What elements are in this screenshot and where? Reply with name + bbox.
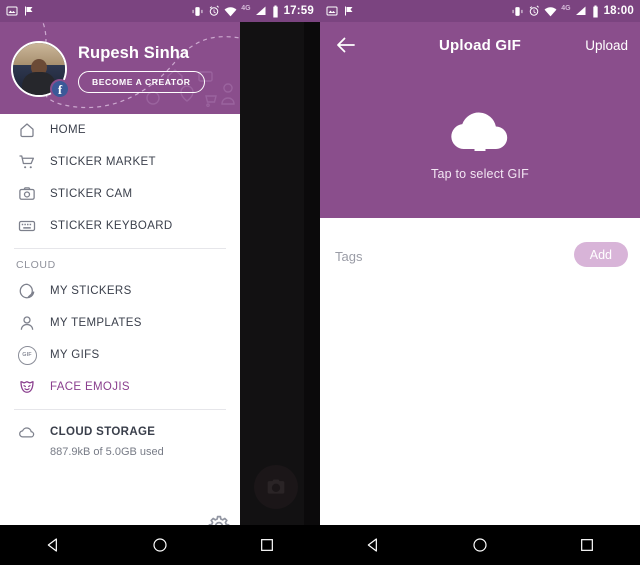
- dropzone-label: Tap to select GIF: [431, 166, 529, 181]
- upload-button[interactable]: Upload: [585, 22, 628, 69]
- drawer-menu: HOME STICKER MARKET STICKER CAM STICKER …: [0, 114, 240, 458]
- vibrate-icon: [512, 6, 523, 16]
- menu-item-sticker-market[interactable]: STICKER MARKET: [0, 146, 240, 178]
- right-navigation-bar: [320, 525, 640, 565]
- face-mask-icon: [16, 376, 38, 398]
- menu-item-my-templates[interactable]: MY TEMPLATES: [0, 307, 240, 339]
- menu-item-face-emojis[interactable]: FACE EMOJIS: [0, 371, 240, 403]
- gif-icon: GIF: [16, 344, 38, 366]
- cloud-upload-icon: [451, 112, 508, 151]
- right-status-bar: 4G 18:00: [320, 0, 640, 22]
- network-type-label: 4G: [241, 4, 251, 12]
- left-phone-pane: 4G 17:59 f Rupesh Sinha BECOME A CREATOR…: [0, 0, 320, 565]
- storage-divider: [14, 409, 226, 410]
- camera-shutter-icon: [267, 479, 285, 494]
- status-clock: 18:00: [603, 5, 634, 17]
- image-notification-icon: [6, 6, 18, 16]
- battery-icon: [592, 5, 598, 17]
- nav-back-icon[interactable]: [45, 537, 61, 553]
- add-tag-button[interactable]: Add: [573, 242, 628, 267]
- camera-viewfinder: [240, 22, 304, 525]
- facebook-badge-icon: f: [50, 79, 70, 99]
- sticker-icon: [16, 280, 38, 302]
- status-system-icons: 4G 18:00: [511, 5, 634, 18]
- left-navigation-bar: [0, 525, 320, 565]
- camera-shutter-button[interactable]: [254, 465, 298, 509]
- alarm-icon: [209, 5, 220, 16]
- upload-gif-appbar: Upload GIF Upload: [320, 22, 640, 69]
- nav-home-icon[interactable]: [472, 537, 488, 553]
- nav-recents-icon[interactable]: [579, 537, 595, 553]
- profile-name: Rupesh Sinha: [78, 44, 190, 62]
- cart-icon: [16, 151, 38, 173]
- menu-item-label: MY TEMPLATES: [50, 317, 142, 329]
- left-status-bar: 4G 17:59: [0, 0, 320, 22]
- tags-input[interactable]: Tags: [335, 249, 362, 264]
- cloud-storage-usage: 887.9kB of 5.0GB used: [50, 446, 164, 458]
- signal-icon: [575, 6, 586, 15]
- upload-form-body: Tags Add: [320, 218, 640, 525]
- network-type-label: 4G: [561, 4, 571, 12]
- flag-notification-icon: [25, 6, 33, 16]
- menu-item-label: CLOUD STORAGE: [50, 426, 156, 438]
- menu-item-label: FACE EMOJIS: [50, 381, 130, 393]
- right-phone-pane: 4G 18:00 Upload GIF Upload Tap to select…: [320, 0, 640, 565]
- menu-item-label: HOME: [50, 124, 86, 136]
- tags-row: Tags Add: [320, 236, 640, 276]
- nav-back-icon[interactable]: [365, 537, 381, 553]
- status-notification-icons: [326, 5, 355, 17]
- gear-icon[interactable]: [207, 514, 231, 525]
- wifi-icon: [544, 6, 557, 16]
- flag-notification-icon: [345, 6, 353, 16]
- image-notification-icon: [326, 6, 338, 16]
- menu-item-label: MY STICKERS: [50, 285, 132, 297]
- menu-item-label: MY GIFS: [50, 349, 100, 361]
- select-gif-dropzone[interactable]: Tap to select GIF: [320, 69, 640, 218]
- menu-item-home[interactable]: HOME: [0, 114, 240, 146]
- battery-icon: [272, 5, 278, 17]
- navigation-drawer: f Rupesh Sinha BECOME A CREATOR HOME STI…: [0, 22, 240, 525]
- wifi-icon: [224, 6, 237, 16]
- camera-icon: [16, 183, 38, 205]
- signal-icon: [255, 6, 266, 15]
- vibrate-icon: [192, 6, 203, 16]
- person-icon: [16, 312, 38, 334]
- menu-item-my-stickers[interactable]: MY STICKERS: [0, 275, 240, 307]
- menu-item-label: STICKER MARKET: [50, 156, 156, 168]
- drawer-header: f Rupesh Sinha BECOME A CREATOR: [0, 22, 240, 114]
- status-notification-icons: [6, 5, 35, 17]
- status-system-icons: 4G 17:59: [191, 5, 314, 18]
- menu-item-label: STICKER KEYBOARD: [50, 220, 173, 232]
- menu-item-cloud-storage[interactable]: CLOUD STORAGE: [0, 416, 240, 448]
- status-clock: 17:59: [283, 5, 314, 17]
- screenshot-root: 4G 17:59 f Rupesh Sinha BECOME A CREATOR…: [0, 0, 640, 565]
- become-a-creator-button[interactable]: BECOME A CREATOR: [78, 71, 205, 93]
- cloud-icon: [16, 421, 38, 443]
- home-icon: [16, 119, 38, 141]
- keyboard-icon: [16, 215, 38, 237]
- alarm-icon: [529, 5, 540, 16]
- nav-home-icon[interactable]: [152, 537, 168, 553]
- nav-recents-icon[interactable]: [259, 537, 275, 553]
- menu-item-sticker-keyboard[interactable]: STICKER KEYBOARD: [0, 210, 240, 242]
- cloud-section-header: CLOUD: [16, 259, 56, 271]
- menu-item-sticker-cam[interactable]: STICKER CAM: [0, 178, 240, 210]
- menu-item-my-gifs[interactable]: GIF MY GIFS: [0, 339, 240, 371]
- menu-item-label: STICKER CAM: [50, 188, 133, 200]
